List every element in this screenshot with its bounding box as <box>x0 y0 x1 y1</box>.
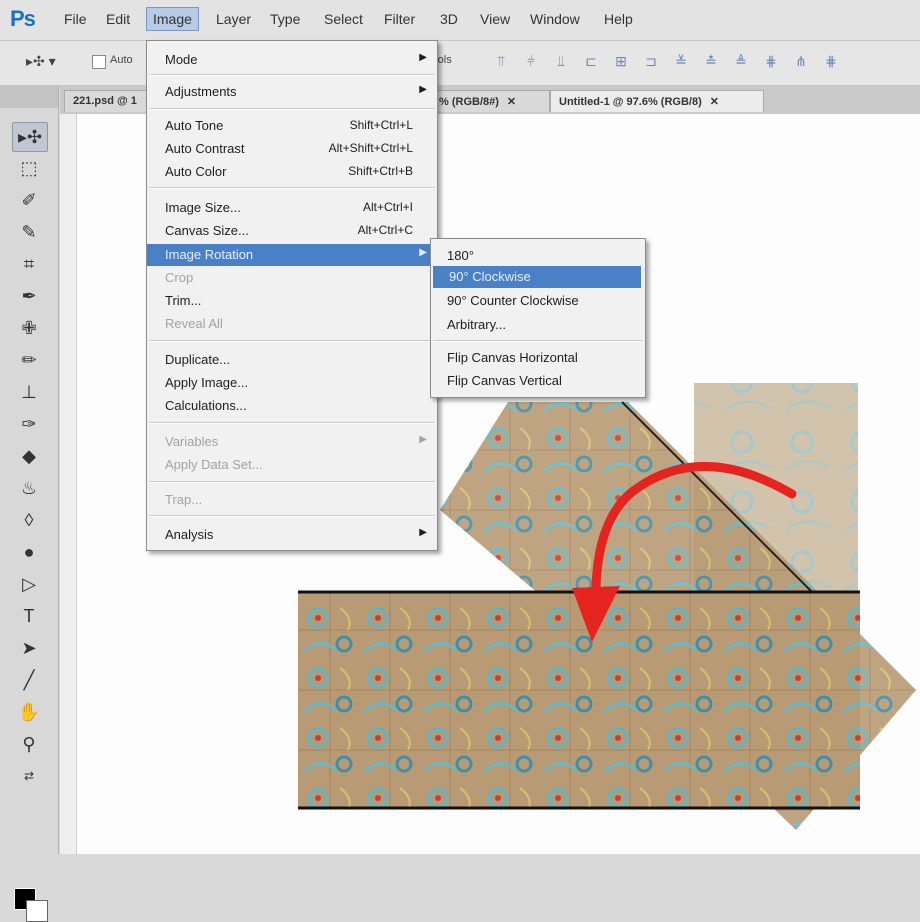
close-icon[interactable]: ✕ <box>710 96 719 108</box>
distribute-right-icon[interactable]: ⋕ <box>820 53 842 70</box>
menu-item-auto-color[interactable]: Auto Color Shift+Ctrl+B <box>147 161 437 183</box>
menu-item-auto-tone[interactable]: Auto Tone Shift+Ctrl+L <box>147 115 437 137</box>
menu-item-apply-data-set: Apply Data Set... <box>165 457 263 472</box>
menu-window[interactable]: Window <box>530 11 580 27</box>
crop-tool-icon[interactable]: ⌗ <box>12 250 46 278</box>
menu-item-duplicate[interactable]: Duplicate... <box>147 349 437 371</box>
align-bottom-icon[interactable]: ⫫ <box>550 53 572 70</box>
menu-item-apply-image[interactable]: Apply Image... <box>147 372 437 394</box>
menu-item-analysis[interactable]: Analysis ▶ <box>147 524 437 546</box>
menu-item-mode[interactable]: Mode ▶ <box>147 49 437 71</box>
menu-bar: Ps File Edit Image Layer Type Select Fil… <box>0 0 920 41</box>
paint-bucket-tool-icon[interactable]: ♨ <box>12 474 46 502</box>
hand-tool-icon[interactable]: ✋ <box>12 698 46 726</box>
menu-item-calculations[interactable]: Calculations... <box>147 395 437 417</box>
align-right-icon[interactable]: ⊐ <box>640 53 662 70</box>
align-vcenter-icon[interactable]: ⫩ <box>520 53 542 70</box>
menu-separator <box>149 481 435 483</box>
menu-3d[interactable]: 3D <box>440 11 458 27</box>
menu-item-crop: Crop <box>165 270 194 285</box>
menu-item-adjustments[interactable]: Adjustments ▶ <box>147 81 437 103</box>
menu-item-image-rotation[interactable]: Image Rotation ▶ <box>147 244 437 266</box>
line-tool-icon[interactable]: ╱ <box>12 666 46 694</box>
menu-separator <box>149 422 435 424</box>
dodge-tool-icon[interactable]: ● <box>12 538 46 566</box>
zoom-tool-icon[interactable]: ⚲ <box>12 730 46 758</box>
photoshop-logo: Ps <box>10 6 36 31</box>
menu-layer[interactable]: Layer <box>216 11 251 27</box>
path-selection-tool-icon[interactable]: ➤ <box>12 634 46 662</box>
brush-tool-icon[interactable]: ✏ <box>12 346 46 374</box>
background-color-swatch[interactable] <box>26 900 48 922</box>
submenu-item-flip-vertical[interactable]: Flip Canvas Vertical <box>431 370 645 392</box>
options-bar: ▸✣ ▾ Auto rols ⫪ ⫩ ⫫ ⊏ ⊞ ⊐ ≚ ≛ ≜ ⋕ ⋔ ⋕ <box>0 41 920 86</box>
menu-separator <box>433 340 643 342</box>
menu-image[interactable]: Image <box>146 7 199 31</box>
distribute-hcenter-icon[interactable]: ⋔ <box>790 53 812 70</box>
menu-item-image-size[interactable]: Image Size... Alt+Ctrl+I <box>147 197 437 219</box>
menu-select[interactable]: Select <box>324 11 363 27</box>
tools-panel-header[interactable] <box>0 86 58 108</box>
eyedropper-tool-icon[interactable]: ✒ <box>12 282 46 310</box>
menu-item-canvas-size[interactable]: Canvas Size... Alt+Ctrl+C <box>147 220 437 242</box>
submenu-item-flip-horizontal[interactable]: Flip Canvas Horizontal <box>431 347 645 369</box>
vertical-ruler <box>60 114 77 854</box>
submenu-item-arbitrary[interactable]: Arbitrary... <box>431 314 645 336</box>
distribute-vcenter-icon[interactable]: ≛ <box>700 53 722 70</box>
healing-brush-tool-icon[interactable]: ✙ <box>12 314 46 342</box>
menu-item-trim[interactable]: Trim... <box>147 290 437 312</box>
image-rotation-submenu: 180° 90° Clockwise 90° Counter Clockwise… <box>430 238 646 398</box>
menu-separator <box>149 340 435 342</box>
tools-panel: ▸✣ ⬚ ✐ ✎ ⌗ ✒ ✙ ✏ ⊥ ✑ ◆ ♨ ◊ ● ▷ T ➤ ╱ ✋ ⚲… <box>0 86 59 922</box>
menu-separator <box>149 515 435 517</box>
menu-edit[interactable]: Edit <box>106 11 130 27</box>
swap-colors-icon[interactable]: ⇄ <box>12 762 46 790</box>
align-top-icon[interactable]: ⫪ <box>490 53 512 70</box>
move-tool-preset-icon[interactable]: ▸✣ ▾ <box>26 53 56 70</box>
tab-untitled-1[interactable]: Untitled-1 @ 97.6% (RGB/8) ✕ <box>550 90 764 112</box>
tab-221-psd[interactable]: 221.psd @ 1 <box>64 90 148 112</box>
history-brush-tool-icon[interactable]: ✑ <box>12 410 46 438</box>
menu-view[interactable]: View <box>480 11 510 27</box>
menu-separator <box>149 108 435 110</box>
menu-item-trap: Trap... <box>165 492 203 507</box>
eraser-tool-icon[interactable]: ◆ <box>12 442 46 470</box>
menu-item-variables: Variables ▶ <box>165 434 427 449</box>
distribute-top-icon[interactable]: ≚ <box>670 53 692 70</box>
tab-label: 221.psd @ 1 <box>73 95 137 107</box>
image-menu-dropdown: Mode ▶ Adjustments ▶ Auto Tone Shift+Ctrl+L… <box>146 40 438 551</box>
align-hcenter-icon[interactable]: ⊞ <box>610 53 632 70</box>
distribute-left-icon[interactable]: ⋕ <box>760 53 782 70</box>
type-tool-icon[interactable]: T <box>12 602 46 630</box>
submenu-item-90-clockwise[interactable]: 90° Clockwise <box>433 266 641 288</box>
lasso-tool-icon[interactable]: ✐ <box>12 186 46 214</box>
menu-item-auto-contrast[interactable]: Auto Contrast Alt+Shift+Ctrl+L <box>147 138 437 160</box>
menu-help[interactable]: Help <box>604 11 633 27</box>
submenu-item-180[interactable]: 180° <box>431 245 645 267</box>
quick-select-tool-icon[interactable]: ✎ <box>12 218 46 246</box>
pen-tool-icon[interactable]: ▷ <box>12 570 46 598</box>
align-left-icon[interactable]: ⊏ <box>580 53 602 70</box>
blur-tool-icon[interactable]: ◊ <box>12 506 46 534</box>
tab-label: Untitled-1 @ 97.6% (RGB/8) <box>559 96 702 108</box>
tab-label: % (RGB/8#) <box>439 96 499 108</box>
menu-separator <box>149 74 435 76</box>
move-tool-icon[interactable]: ▸✣ <box>12 122 48 152</box>
menu-filter[interactable]: Filter <box>384 11 415 27</box>
distribute-bottom-icon[interactable]: ≜ <box>730 53 752 70</box>
menu-type[interactable]: Type <box>270 11 300 27</box>
close-icon[interactable]: ✕ <box>507 96 516 108</box>
tab-document-2[interactable]: % (RGB/8#) ✕ <box>430 90 550 112</box>
auto-select-checkbox[interactable] <box>92 55 106 69</box>
marquee-tool-icon[interactable]: ⬚ <box>12 154 46 182</box>
align-buttons: ⫪ ⫩ ⫫ ⊏ ⊞ ⊐ ≚ ≛ ≜ ⋕ ⋔ ⋕ <box>490 53 850 70</box>
auto-select-label: Auto <box>110 54 133 66</box>
menu-separator <box>149 187 435 189</box>
clone-stamp-tool-icon[interactable]: ⊥ <box>12 378 46 406</box>
menu-item-reveal-all: Reveal All <box>165 316 223 331</box>
submenu-item-90-counter-clockwise[interactable]: 90° Counter Clockwise <box>431 290 645 312</box>
menu-file[interactable]: File <box>64 11 87 27</box>
